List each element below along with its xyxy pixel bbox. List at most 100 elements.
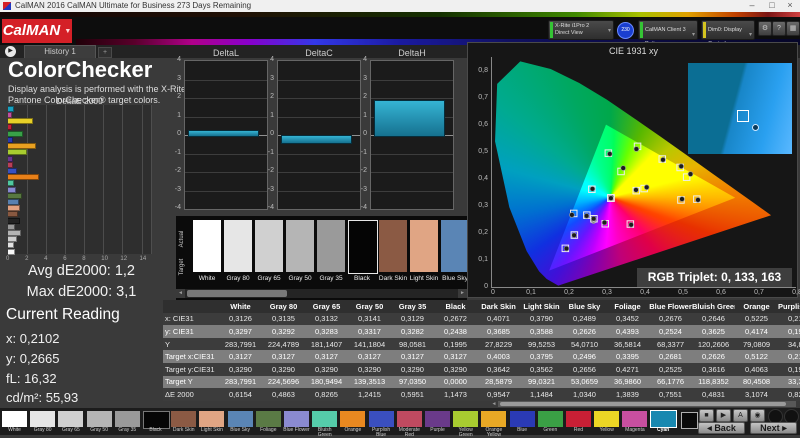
layout-button[interactable]: ▦ (786, 21, 800, 36)
target-button[interactable]: ◉ (750, 409, 765, 422)
deltac-title: DeltaC (305, 48, 333, 58)
pattern-dark-skin[interactable] (171, 411, 197, 427)
pattern-label: Black (149, 427, 162, 433)
table-cell: 36,9860 (606, 375, 649, 389)
pattern-white[interactable] (2, 411, 27, 427)
scroll-left-icon[interactable]: ◄ (490, 401, 498, 407)
pattern-bluish-green[interactable] (312, 411, 338, 427)
pattern-purplish-blue[interactable] (368, 411, 394, 427)
table-cell: 0,3127 (434, 350, 477, 363)
measured-marker-light-skin (633, 187, 639, 193)
deltac-bar (281, 135, 352, 145)
pattern-label: Blue Flower (283, 427, 310, 433)
swatch-label: Gray 50 (288, 275, 312, 282)
pattern-purple[interactable] (425, 411, 450, 427)
scrollbar-thumb[interactable] (500, 402, 786, 406)
workflow-menu-button[interactable]: ▶ (5, 46, 16, 57)
pattern-orange[interactable] (340, 411, 366, 427)
pattern-strip: White Gray 80 Gray 65 Gray 50 Gray 35 Black Da… (0, 408, 800, 438)
gridline (103, 105, 105, 254)
pattern-gray-50[interactable] (86, 411, 112, 427)
deltae-bar-red (8, 124, 13, 131)
record-icon: ■ (704, 412, 709, 419)
pattern-foliage[interactable] (255, 411, 281, 427)
table-cell: 0,5225 (735, 312, 778, 326)
auto-button[interactable]: A (733, 409, 748, 422)
pattern-label: Orange (344, 427, 362, 433)
table-cell: 0,2676 (649, 312, 692, 326)
deltac-plot (277, 60, 361, 210)
app-header: CalMAN ▼ X-Rite i1Pro 2 Direct View ▾ 23… (0, 17, 800, 61)
record-button[interactable]: ■ (699, 409, 714, 422)
swatch-scrollbar[interactable]: ◄ ► (176, 289, 467, 298)
pattern-cyan[interactable] (649, 410, 677, 428)
maximize-button[interactable]: □ (764, 0, 780, 11)
meter-badge[interactable]: 230 (617, 22, 634, 39)
pattern-green[interactable] (537, 411, 563, 427)
close-button[interactable]: × (782, 0, 798, 11)
deltae-bar-orange (8, 174, 39, 181)
table-corner (163, 300, 219, 313)
measured-marker-yellow-green (633, 146, 640, 152)
meter-dropdown[interactable]: X-Rite i1Pro 2 Direct View ▾ (548, 20, 614, 40)
pattern-yellow-green[interactable] (453, 411, 479, 427)
table-cell: 0,2626 (692, 350, 735, 363)
table-cell: 283,7991 (219, 337, 262, 351)
table-cell: 0,2489 (563, 312, 606, 326)
table-cell: 0,3642 (477, 362, 520, 376)
scroll-left-icon[interactable]: ◄ (176, 289, 185, 298)
pattern-yellow[interactable] (594, 411, 620, 427)
table-cell: 0,3290 (348, 362, 391, 376)
pattern-label: Gray 50 (90, 427, 108, 433)
axis-tick: -4 (174, 204, 181, 211)
table-header-cell: Black (434, 300, 477, 313)
axis-tick: 0,7 (478, 93, 488, 101)
swatch-label: Gray 35 (319, 275, 343, 282)
table-header-cell: Gray 80 (262, 300, 305, 313)
axis-tick: 0 (270, 130, 274, 137)
pattern-gray-35[interactable] (114, 411, 140, 427)
pattern-red[interactable] (566, 411, 591, 427)
swatch-gray-65 (255, 220, 283, 272)
scroll-right-icon[interactable]: ► (458, 289, 467, 298)
next-button[interactable]: Next ▶ (750, 422, 797, 434)
axis-tick: 14 (139, 256, 147, 262)
settings-button[interactable]: ⚙ (758, 21, 772, 36)
pattern-magenta[interactable] (622, 411, 648, 427)
play-button[interactable]: ▶ (716, 409, 731, 422)
pattern-gray-80[interactable] (30, 411, 56, 427)
pattern-light-skin[interactable] (199, 411, 225, 427)
deltae-bar-orange-yellow (8, 143, 36, 149)
table-cell: 0,3290 (305, 362, 348, 376)
back-button[interactable]: ◀ Back (698, 422, 745, 434)
axis-tick: 3 (270, 74, 274, 82)
pattern-label: Purplish Blue (372, 427, 391, 438)
table-cell: 0,2525 (649, 362, 692, 376)
source-dropdown[interactable]: CalMAN Client 3 Patterns Generator ▾ (638, 20, 698, 61)
table-cell: 0,3282 (391, 325, 434, 338)
deltae-bar-black (8, 217, 20, 224)
pattern-blue[interactable] (509, 411, 535, 427)
pattern-window-button[interactable] (681, 412, 698, 429)
table-row-label: Target Y (163, 375, 219, 389)
help-button[interactable]: ? (772, 21, 786, 36)
table-row-label: Target x:CIE31 (163, 350, 219, 363)
display-control-dropdown[interactable]: Dim0: Display Control ▾ (701, 20, 755, 47)
gridline (185, 172, 267, 173)
deltae-bar-green (8, 130, 23, 137)
pattern-moderate-red[interactable] (396, 411, 422, 427)
table-cell: 0,3135 (262, 312, 305, 326)
table-scrollbar[interactable]: ◄ (490, 401, 796, 407)
deltae-bar-gray-65 (8, 236, 17, 243)
axis-tick: -3 (360, 185, 367, 193)
pattern-blue-sky[interactable] (227, 411, 253, 427)
pattern-label: Bluish Green (317, 427, 332, 438)
pattern-blue-flower[interactable] (284, 411, 309, 427)
minimize-button[interactable]: – (744, 0, 760, 11)
pattern-orange-yellow[interactable] (481, 411, 507, 427)
pattern-gray-65[interactable] (58, 411, 84, 427)
calman-logo-menu[interactable]: CalMAN ▼ (2, 19, 72, 43)
table-cell: 139,3513 (348, 375, 391, 389)
rgb-triplet-readout: RGB Triplet: 0, 133, 163 (637, 268, 792, 287)
scrollbar-thumb[interactable] (187, 290, 287, 297)
